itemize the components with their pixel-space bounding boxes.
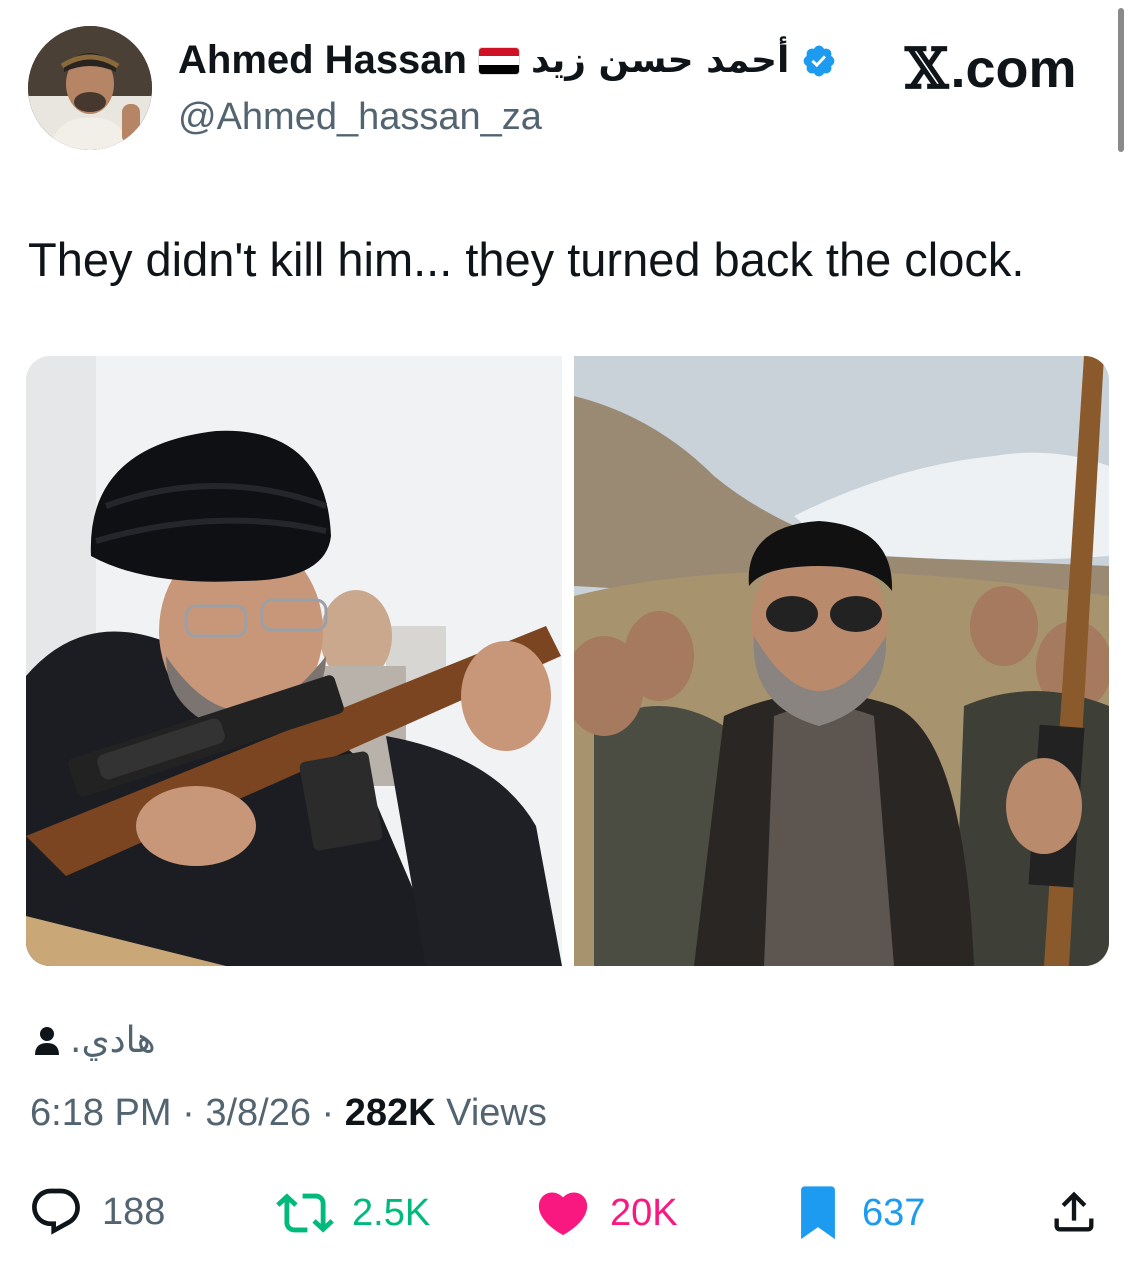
- tweet-date[interactable]: 3/8/26: [205, 1092, 311, 1134]
- site-logo: 𝕏 .com: [905, 36, 1077, 102]
- share-button[interactable]: [1048, 1184, 1100, 1240]
- site-label: .com: [950, 39, 1077, 99]
- author-name-row[interactable]: Ahmed Hassan أحمد حسن زيد: [178, 38, 837, 83]
- person-icon: [35, 1026, 59, 1055]
- verified-badge-icon: [803, 45, 835, 76]
- photo-cleric-holding-rifle-crowd: [573, 356, 1109, 966]
- tweet-screenshot: Ahmed Hassan أحمد حسن زيد @Ahmed_hassan_…: [0, 0, 1135, 1280]
- avatar[interactable]: [28, 26, 152, 150]
- meta-separator: ·: [182, 1092, 195, 1134]
- tweet-media[interactable]: [26, 356, 1109, 966]
- reply-button[interactable]: 188: [28, 1184, 165, 1240]
- scrollbar[interactable]: [1118, 8, 1124, 152]
- yemen-flag-icon: [478, 47, 519, 74]
- reply-count: 188: [102, 1190, 166, 1233]
- avatar-image: [28, 26, 152, 150]
- share-icon: [1054, 1191, 1094, 1232]
- photo-cleric-aiming-rifle: [26, 356, 562, 966]
- reply-icon: [32, 1188, 80, 1235]
- media-photo-right[interactable]: [573, 356, 1110, 966]
- heart-icon: [538, 1192, 588, 1236]
- views-label: Views: [446, 1092, 547, 1134]
- display-name[interactable]: Ahmed Hassan: [178, 38, 467, 83]
- x-logo-icon: 𝕏: [905, 36, 949, 102]
- repost-icon: [276, 1193, 334, 1233]
- bookmark-button[interactable]: 637: [792, 1184, 925, 1242]
- repost-count: 2.5K: [352, 1191, 431, 1234]
- bookmark-icon: [801, 1186, 835, 1240]
- tweet-text: They didn't kill him... they turned back…: [28, 233, 1025, 286]
- media-photo-left[interactable]: [26, 356, 562, 966]
- location-text[interactable]: هادي.: [70, 1020, 156, 1061]
- location-tag[interactable]: هادي.: [34, 1020, 156, 1061]
- views-count: 282K: [344, 1092, 436, 1134]
- tweet-time[interactable]: 6:18 PM: [30, 1092, 172, 1134]
- meta-separator: ·: [321, 1092, 335, 1134]
- tweet-timestamp: 6:18 PM · 3/8/26 · 282K Views: [30, 1092, 547, 1135]
- author-handle[interactable]: @Ahmed_hassan_za: [178, 96, 542, 139]
- action-bar: 188 2.5K 20K 637: [28, 1184, 1108, 1244]
- repost-button[interactable]: 2.5K: [276, 1184, 430, 1242]
- like-button[interactable]: 20K: [534, 1184, 678, 1242]
- bookmark-count: 637: [862, 1191, 926, 1234]
- like-count: 20K: [610, 1191, 678, 1234]
- arabic-display-name[interactable]: أحمد حسن زيد: [531, 40, 789, 81]
